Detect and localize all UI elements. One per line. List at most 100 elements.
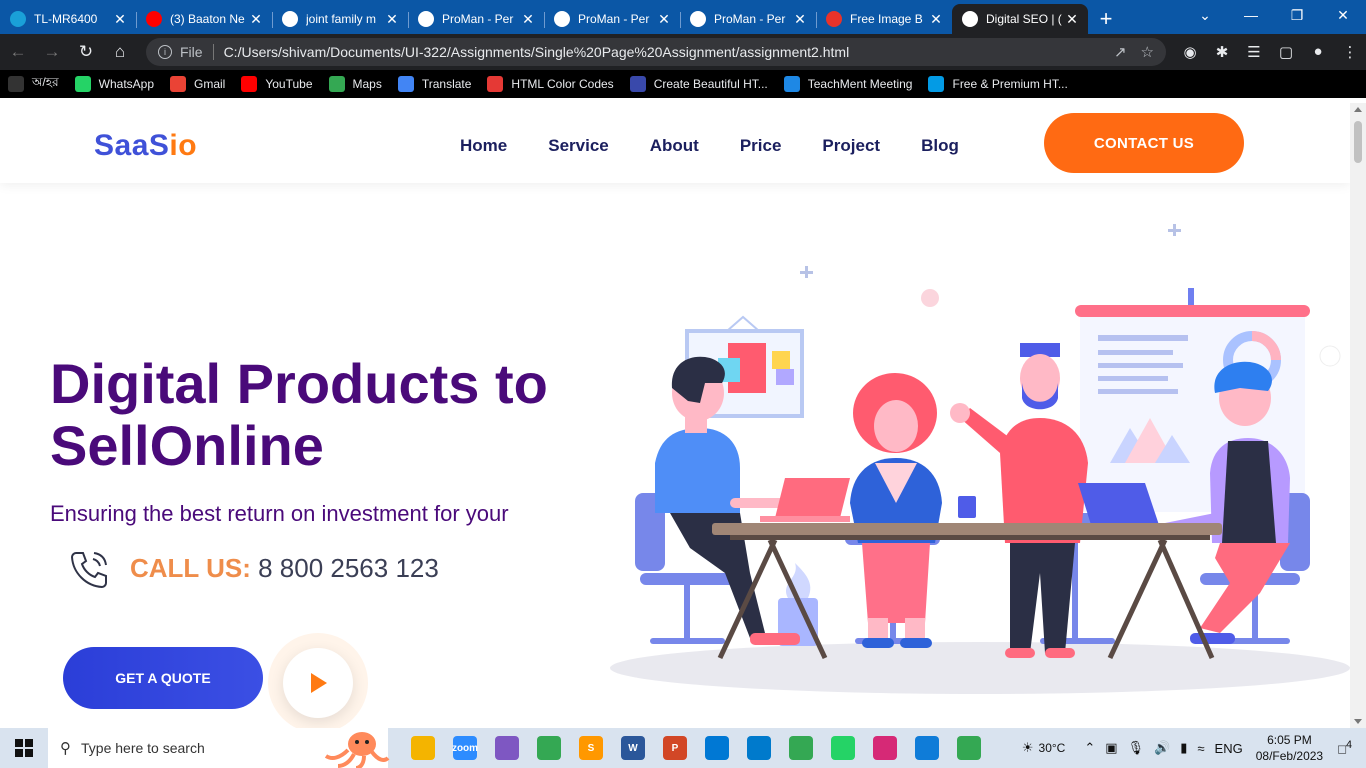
word-icon: W	[621, 736, 645, 760]
tab-search-icon[interactable]: ⌄	[1182, 0, 1228, 30]
close-window-button[interactable]: ✕	[1320, 0, 1366, 30]
menu-kebab-icon[interactable]: ⋮	[1334, 43, 1366, 61]
wifi-icon[interactable]: ≈	[1197, 741, 1204, 756]
close-tab-icon[interactable]: ✕	[112, 11, 128, 28]
site-info-icon[interactable]: i	[158, 45, 172, 59]
input-language[interactable]: ENG	[1215, 741, 1243, 756]
bookmark-item[interactable]: Maps	[328, 76, 382, 92]
maximize-button[interactable]: ❐	[1274, 0, 1320, 30]
new-tab-button[interactable]: +	[1088, 4, 1124, 34]
address-bar[interactable]: i File C:/Users/shivam/Documents/UI-322/…	[146, 38, 1166, 66]
bookmark-item[interactable]: Create Beautiful HT...	[629, 76, 768, 92]
share-icon[interactable]: ↗	[1114, 43, 1127, 61]
close-tab-icon[interactable]: ✕	[520, 11, 536, 28]
contact-us-button[interactable]: CONTACT US	[1044, 113, 1244, 173]
browser-tab[interactable]: ProMan - Per ✕	[680, 4, 816, 34]
taskbar-app[interactable]	[528, 728, 570, 768]
nav-blog[interactable]: Blog	[921, 136, 959, 156]
taskbar-app[interactable]	[486, 728, 528, 768]
reload-icon[interactable]: ↻	[70, 36, 102, 68]
taskbar-app[interactable]	[696, 728, 738, 768]
back-icon[interactable]: ←	[2, 36, 34, 68]
microphone-icon[interactable]: 🎙	[1128, 740, 1145, 756]
taskbar-app[interactable]	[780, 728, 822, 768]
bookmark-item[interactable]: অ/হর	[8, 74, 59, 94]
nav-service[interactable]: Service	[548, 136, 609, 156]
youtube-icon	[241, 76, 258, 92]
scroll-down-arrow[interactable]	[1354, 719, 1362, 724]
url-scheme-label: File	[180, 44, 203, 60]
extension-puzzle-alt-icon[interactable]: ◉	[1174, 43, 1206, 61]
bookmark-label: Maps	[352, 77, 382, 91]
nav-about[interactable]: About	[650, 136, 699, 156]
forward-icon[interactable]: →	[36, 36, 68, 68]
browser-tab[interactable]: ProMan - Per ✕	[544, 4, 680, 34]
bookmark-item[interactable]: HTML Color Codes	[487, 76, 614, 92]
browser-tab[interactable]: joint family m ✕	[272, 4, 408, 34]
taskbar-app[interactable]: zoom	[444, 728, 486, 768]
nav-price[interactable]: Price	[740, 136, 782, 156]
close-tab-icon[interactable]: ✕	[248, 11, 264, 28]
bookmark-item[interactable]: Translate	[397, 76, 471, 92]
globe-icon	[962, 11, 978, 27]
scroll-up-arrow[interactable]	[1354, 107, 1362, 112]
extensions-icon[interactable]: ✱	[1206, 43, 1238, 61]
site-logo[interactable]: SaaSio	[94, 129, 197, 163]
profile-avatar[interactable]: ●	[1302, 43, 1334, 61]
close-tab-icon[interactable]: ✕	[384, 11, 400, 28]
show-hidden-icons-icon[interactable]: ⌃	[1084, 740, 1095, 756]
notifications-icon[interactable]: □4	[1338, 739, 1352, 756]
close-tab-icon[interactable]: ✕	[792, 11, 808, 28]
close-tab-icon[interactable]: ✕	[928, 11, 944, 28]
taskbar-search-box[interactable]: ⚲ Type here to search	[48, 728, 390, 768]
nav-project[interactable]: Project	[822, 136, 880, 156]
meet-now-icon[interactable]: ▣	[1105, 740, 1117, 756]
get-a-quote-button[interactable]: GET A QUOTE	[63, 647, 263, 709]
battery-icon[interactable]: ▮	[1180, 740, 1187, 756]
play-video-button[interactable]	[283, 648, 353, 718]
tab-title: Digital SEO | (	[986, 12, 1062, 26]
browser-tab[interactable]: (3) Baaton Ne ✕	[136, 4, 272, 34]
page-scrollbar[interactable]	[1350, 103, 1366, 728]
weather-icon[interactable]: ☀	[1022, 740, 1034, 756]
nav-home[interactable]: Home	[460, 136, 507, 156]
scrollbar-thumb[interactable]	[1354, 121, 1362, 163]
taskbar-app[interactable]: P	[654, 728, 696, 768]
bookmark-item[interactable]: WhatsApp	[74, 76, 154, 92]
home-icon[interactable]: ⌂	[104, 36, 136, 68]
bookmark-item[interactable]: YouTube	[241, 76, 313, 92]
minimize-button[interactable]: —	[1228, 0, 1274, 30]
taskbar-app[interactable]	[402, 728, 444, 768]
bookmark-item[interactable]: Free & Premium HT...	[928, 76, 1068, 92]
globe-icon	[554, 11, 570, 27]
taskbar-app[interactable]	[822, 728, 864, 768]
url-text[interactable]: C:/Users/shivam/Documents/UI-322/Assignm…	[224, 44, 1100, 60]
browser-tab[interactable]: TL-MR6400 ✕	[0, 4, 136, 34]
snipping-icon	[495, 736, 519, 760]
call-us-number[interactable]: 8 800 2563 123	[258, 553, 439, 583]
browser-tab[interactable]: Digital SEO | (✕	[952, 4, 1088, 34]
taskbar-app[interactable]	[948, 728, 990, 768]
start-button[interactable]	[0, 728, 48, 768]
bookmark-item[interactable]: TeachMent Meeting	[783, 76, 912, 92]
close-tab-icon[interactable]: ✕	[656, 11, 672, 28]
weather-temperature[interactable]: 30°C	[1039, 741, 1066, 755]
bookmark-label: YouTube	[265, 77, 313, 91]
phone-icon	[70, 552, 107, 589]
file-explorer-icon	[411, 736, 435, 760]
volume-icon[interactable]: 🔊	[1154, 740, 1170, 756]
bookmark-item[interactable]: Gmail	[170, 76, 225, 92]
taskbar-app[interactable]: S	[570, 728, 612, 768]
side-panel-icon[interactable]: ▢	[1270, 43, 1302, 61]
media-control-icon[interactable]: ☰	[1238, 43, 1270, 61]
taskbar-app[interactable]: W	[612, 728, 654, 768]
close-tab-icon[interactable]: ✕	[1064, 11, 1080, 28]
clock[interactable]: 6:05 PM 08/Feb/2023	[1256, 732, 1323, 764]
taskbar-app[interactable]	[864, 728, 906, 768]
bookmark-star-icon[interactable]: ☆	[1141, 43, 1154, 61]
browser-tab[interactable]: ProMan - Per ✕	[408, 4, 544, 34]
zoom-icon: zoom	[452, 736, 478, 760]
taskbar-app[interactable]	[906, 728, 948, 768]
taskbar-app[interactable]	[738, 728, 780, 768]
browser-tab[interactable]: Free Image B ✕	[816, 4, 952, 34]
